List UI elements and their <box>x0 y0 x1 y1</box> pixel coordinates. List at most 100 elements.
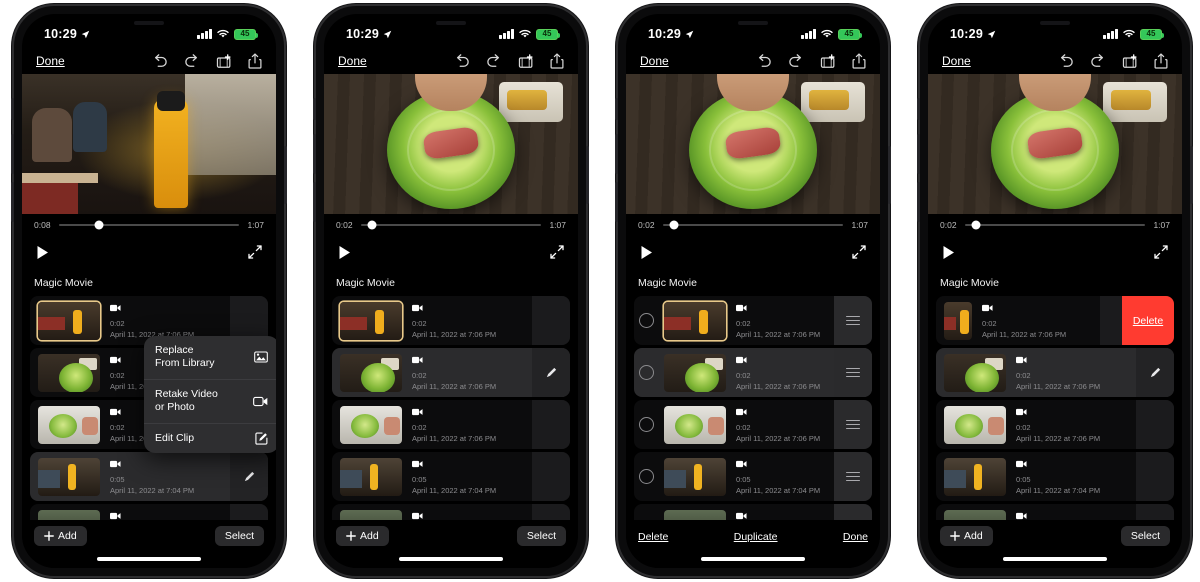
table-row-swiped[interactable]: 0:02 April 11, 2022 at 7:06 PM Delete <box>936 296 1174 345</box>
row-action[interactable] <box>1136 452 1174 501</box>
home-indicator[interactable] <box>1003 557 1107 561</box>
drag-handle[interactable] <box>834 452 872 501</box>
scrubber-track[interactable] <box>663 220 843 230</box>
volume-up-button[interactable] <box>917 134 920 174</box>
row-edit-action[interactable] <box>532 348 570 397</box>
clip-thumbnail[interactable] <box>38 509 100 520</box>
clip-thumbnail[interactable] <box>664 301 726 340</box>
scrubber-knob[interactable] <box>367 220 377 230</box>
power-button[interactable] <box>888 146 891 204</box>
power-button[interactable] <box>1190 146 1193 204</box>
clip-thumbnail[interactable] <box>664 457 726 496</box>
volume-up-button[interactable] <box>313 134 316 174</box>
volume-up-button[interactable] <box>615 134 618 174</box>
add-media-icon[interactable] <box>820 53 836 69</box>
done-button[interactable]: Done <box>36 54 65 68</box>
row-action[interactable] <box>532 504 570 520</box>
clip-thumbnail[interactable] <box>38 353 100 392</box>
clip-thumbnail[interactable] <box>944 301 972 340</box>
redo-icon[interactable] <box>486 54 502 68</box>
scrubber-track[interactable] <box>361 220 541 230</box>
clip-thumbnail[interactable] <box>944 353 1006 392</box>
table-row[interactable]: 0:02 April 11, 2022 at 7:06 PM <box>634 400 872 449</box>
row-action[interactable] <box>532 452 570 501</box>
select-button[interactable]: Select <box>516 526 566 546</box>
expand-icon[interactable] <box>550 245 564 259</box>
add-button[interactable]: Add <box>34 526 87 546</box>
play-icon[interactable] <box>36 245 49 260</box>
table-row[interactable]: 0:05 April 11, 2022 at 7:04 PM <box>936 452 1174 501</box>
expand-icon[interactable] <box>852 245 866 259</box>
video-preview[interactable] <box>626 74 880 214</box>
scrubber[interactable]: 0:08 1:07 <box>22 214 276 236</box>
row-action[interactable] <box>532 296 570 345</box>
table-row[interactable]: 0:02 April 11, 2022 at 7:06 PM <box>332 400 570 449</box>
scrubber[interactable]: 0:02 1:07 <box>928 214 1182 236</box>
share-icon[interactable] <box>1154 53 1168 69</box>
select-circle[interactable] <box>634 365 658 380</box>
duplicate-button[interactable]: Duplicate <box>734 526 778 543</box>
clip-thumbnail[interactable] <box>340 405 402 444</box>
done-button[interactable]: Done <box>843 526 868 543</box>
add-media-icon[interactable] <box>1122 53 1138 69</box>
swipe-delete-button[interactable]: Delete <box>1122 296 1174 345</box>
scrubber[interactable]: 0:02 1:07 <box>626 214 880 236</box>
power-button[interactable] <box>284 146 287 204</box>
scrubber-track[interactable] <box>59 220 239 230</box>
scrubber-knob[interactable] <box>94 220 104 230</box>
home-indicator[interactable] <box>97 557 201 561</box>
table-row[interactable]: 0:05 April 11, 2022 at 7:04 PM <box>332 452 570 501</box>
select-button[interactable]: Select <box>1120 526 1170 546</box>
volume-down-button[interactable] <box>313 182 316 222</box>
add-button[interactable]: Add <box>336 526 389 546</box>
clip-thumbnail[interactable] <box>664 405 726 444</box>
redo-icon[interactable] <box>788 54 804 68</box>
clip-thumbnail[interactable] <box>340 353 402 392</box>
delete-button[interactable]: Delete <box>638 526 668 543</box>
drag-handle[interactable] <box>834 348 872 397</box>
clip-thumbnail[interactable] <box>664 353 726 392</box>
menu-item-edit-clip[interactable]: Edit Clip <box>144 424 276 453</box>
undo-icon[interactable] <box>756 54 772 68</box>
scrubber-knob[interactable] <box>669 220 679 230</box>
share-icon[interactable] <box>852 53 866 69</box>
clip-thumbnail[interactable] <box>38 457 100 496</box>
table-row[interactable]: 0:02 April 11, 2022 at 7:06 PM <box>936 348 1174 397</box>
redo-icon[interactable] <box>184 54 200 68</box>
row-action[interactable] <box>1100 296 1122 345</box>
clip-thumbnail[interactable] <box>38 405 100 444</box>
volume-down-button[interactable] <box>11 182 14 222</box>
row-edit-action[interactable] <box>230 452 268 501</box>
table-row[interactable]: 0:02 April 11, 2022 at 7:06 PM <box>634 296 872 345</box>
table-row[interactable]: 0:02 April 11, 2022 at 7:06 PM <box>332 348 570 397</box>
silent-switch[interactable] <box>615 98 618 120</box>
row-action[interactable] <box>230 504 268 520</box>
clip-thumbnail[interactable] <box>38 301 100 340</box>
menu-item-retake-video-or-photo[interactable]: Retake Video or Photo <box>144 380 276 424</box>
play-icon[interactable] <box>942 245 955 260</box>
table-row[interactable]: 0:07 April 11, 2022 at 7:04 PM <box>332 504 570 520</box>
video-preview[interactable] <box>324 74 578 214</box>
video-preview[interactable] <box>22 74 276 214</box>
clip-list[interactable]: 0:02 April 11, 2022 at 7:06 PM 0:02 Apri… <box>324 296 578 520</box>
menu-item-replace-from-library[interactable]: Replace From Library <box>144 336 276 380</box>
select-button[interactable]: Select <box>214 526 264 546</box>
silent-switch[interactable] <box>917 98 920 120</box>
clip-thumbnail[interactable] <box>944 405 1006 444</box>
row-action[interactable] <box>1136 504 1174 520</box>
add-media-icon[interactable] <box>518 53 534 69</box>
home-indicator[interactable] <box>399 557 503 561</box>
select-circle[interactable] <box>634 417 658 432</box>
clip-list[interactable]: 0:02 April 11, 2022 at 7:06 PM 0:02 Apri… <box>626 296 880 520</box>
done-button[interactable]: Done <box>640 54 669 68</box>
clip-thumbnail[interactable] <box>944 457 1006 496</box>
table-row[interactable]: 0:05 April 11, 2022 at 7:04 PM <box>634 452 872 501</box>
silent-switch[interactable] <box>313 98 316 120</box>
select-circle[interactable] <box>634 469 658 484</box>
clip-list[interactable]: 0:02 April 11, 2022 at 7:06 PM Delete 0:… <box>928 296 1182 520</box>
table-row[interactable]: 0:02 April 11, 2022 at 7:06 PM <box>634 348 872 397</box>
done-button[interactable]: Done <box>338 54 367 68</box>
expand-icon[interactable] <box>1154 245 1168 259</box>
undo-icon[interactable] <box>152 54 168 68</box>
table-row[interactable]: 0:07 April 11, 2022 at 7:04 PM <box>936 504 1174 520</box>
